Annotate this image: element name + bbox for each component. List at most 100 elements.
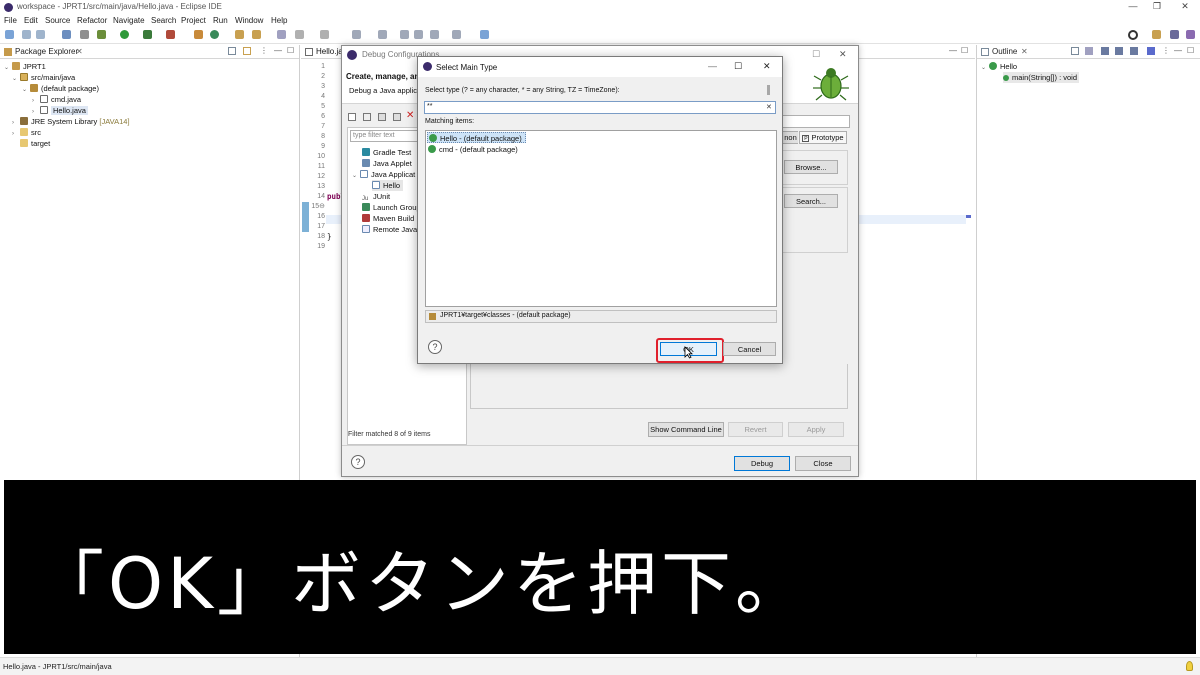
back-icon[interactable] [430,30,439,39]
clear-search-icon[interactable]: ✕ [766,103,772,111]
skip-breakpoints-icon[interactable] [80,30,89,39]
tree-item-project[interactable]: ⌄ JPRT1 [2,61,298,72]
help-icon[interactable]: ? [351,455,365,469]
external-tools-icon[interactable] [166,30,175,39]
expand-arrow-icon[interactable]: ⌄ [12,74,20,85]
show-command-line-button[interactable]: Show Command Line [648,422,724,437]
maximize-dialog-icon[interactable]: ☐ [812,49,820,60]
help-icon[interactable]: ? [428,340,442,354]
save-all-icon[interactable] [36,30,45,39]
outline-class-hello[interactable]: ⌄ Hello [981,61,1017,72]
browse-button[interactable]: Browse... [784,160,838,174]
search-icon[interactable] [1128,30,1138,40]
back-history-icon[interactable] [414,30,423,39]
maximize-button[interactable]: ❐ [1150,1,1164,12]
expand-arrow-icon[interactable]: ⌄ [352,171,360,182]
cancel-button[interactable]: Cancel [723,342,776,356]
outline-method-main[interactable]: main(String[]) : void [1003,72,1080,83]
close-dialog-icon[interactable]: ✕ [839,49,847,60]
menu-help[interactable]: Help [271,16,287,25]
editor-tab-hello[interactable]: Hello.ja [316,47,343,56]
type-search-input[interactable]: ** ✕ [424,101,776,114]
code-line-18[interactable]: } [327,232,332,242]
tree-item-jre-library[interactable]: › JRE System Library [JAVA14] [2,116,298,127]
hide-nonpublic-icon[interactable] [1130,47,1138,55]
close-view-icon[interactable]: ✕ [76,47,83,56]
tree-item-hello-java[interactable]: › Hello.java [2,105,298,116]
export-config-icon[interactable] [378,113,386,121]
menu-search[interactable]: Search [151,16,176,25]
list-item-cmd[interactable]: cmd - (default package) [428,144,518,155]
minimize-view-icon[interactable]: — [274,46,282,55]
tab-prototype[interactable]: P Prototype [799,131,847,144]
expand-arrow-icon[interactable]: ⌄ [981,63,989,74]
link-editor-icon[interactable] [243,47,251,55]
hide-static-icon[interactable] [1115,47,1123,55]
close-dialog-button[interactable]: ✕ [763,61,771,72]
config-type-launch-group[interactable]: Launch Group [362,202,421,213]
run-icon[interactable] [120,30,129,39]
sort-icon[interactable] [1085,47,1093,55]
last-edit-icon[interactable] [400,30,409,39]
coverage-icon[interactable] [143,30,152,39]
config-name-field[interactable] [782,115,850,128]
maximize-view-icon[interactable]: ☐ [287,46,294,55]
collapse-all-icon[interactable] [228,47,236,55]
collapse-all-icon[interactable] [1071,47,1079,55]
prev-annotation-icon[interactable] [378,30,387,39]
new-java-project-icon[interactable] [194,30,203,39]
menu-file[interactable]: File [4,16,17,25]
search-toolbar-icon[interactable] [252,30,261,39]
minimize-view-icon[interactable]: — [1174,46,1182,55]
minimize-button[interactable]: — [1126,1,1140,12]
menu-project[interactable]: Project [181,16,206,25]
revert-button[interactable]: Revert [728,422,783,437]
open-type-icon[interactable] [235,30,244,39]
debug-button[interactable]: Debug [734,456,790,471]
new-prototype-icon[interactable] [363,113,371,121]
minimize-editor-icon[interactable]: — [949,46,957,55]
config-type-gradle-test[interactable]: Gradle Test [362,147,411,158]
debug-perspective-icon[interactable] [1170,30,1179,39]
config-type-java-application[interactable]: ⌄ Java Applicat [352,169,415,180]
new-icon[interactable] [5,30,14,39]
save-icon[interactable] [22,30,31,39]
tree-item-target[interactable]: target [2,138,298,149]
forward-icon[interactable] [452,30,461,39]
tab-common[interactable]: non [782,131,798,144]
console-icon[interactable] [62,30,71,39]
maximize-editor-icon[interactable]: ☐ [961,46,968,55]
open-perspective-icon[interactable] [1152,30,1161,39]
expand-arrow-icon[interactable]: ⌄ [4,63,12,74]
hide-local-types-icon[interactable] [1147,47,1155,55]
new-config-icon[interactable] [348,113,356,121]
config-type-remote-java[interactable]: Remote Java [362,224,417,235]
tree-item-cmd-java[interactable]: › cmd.java [2,94,298,105]
expand-arrow-icon[interactable]: ⌄ [22,85,30,96]
config-type-maven-build[interactable]: Maven Build [362,213,414,224]
new-class-icon[interactable] [210,30,219,39]
outline-tab[interactable]: Outline ✕ ⋮ — ☐ [977,45,1200,59]
pin-editor-icon[interactable] [480,30,489,39]
package-explorer-tab[interactable]: Package Explorer ✕ ⋮ — ☐ [0,45,299,59]
menu-edit[interactable]: Edit [24,16,38,25]
config-type-junit[interactable]: Ju JUnit [362,191,390,202]
delete-config-icon[interactable]: ✕ [406,110,414,121]
search-button[interactable]: Search... [784,194,838,208]
view-menu-icon[interactable]: ⋮ [260,46,268,55]
next-annotation-icon[interactable] [352,30,361,39]
debug-icon[interactable] [97,30,106,39]
menu-refactor[interactable]: Refactor [77,16,107,25]
close-window-button[interactable]: ✕ [1178,1,1192,12]
duplicate-config-icon[interactable] [393,113,401,121]
menu-run[interactable]: Run [213,16,228,25]
lightbulb-icon[interactable] [1186,661,1193,671]
minimize-dialog-button[interactable]: — [708,61,717,71]
view-menu-icon[interactable]: ⋮ [1162,46,1170,55]
menu-source[interactable]: Source [45,16,70,25]
list-item-hello[interactable]: Hello - (default package) [427,132,526,143]
menu-navigate[interactable]: Navigate [113,16,145,25]
config-type-java-applet[interactable]: Java Applet [362,158,412,169]
hide-fields-icon[interactable] [1101,47,1109,55]
menu-window[interactable]: Window [235,16,263,25]
